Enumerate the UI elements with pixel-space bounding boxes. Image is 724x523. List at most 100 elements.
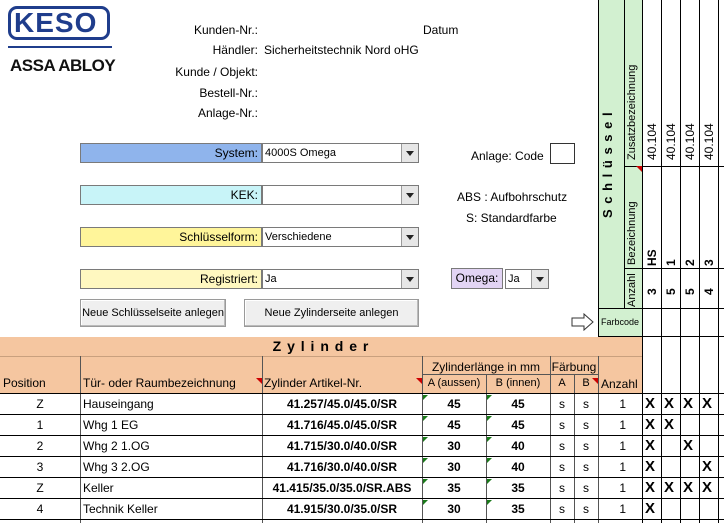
cell-position[interactable]: 2 (0, 436, 80, 457)
cell-faerbung-b[interactable]: s (574, 499, 598, 520)
arrow-right-icon (571, 313, 594, 331)
cell-faerbung-b[interactable]: s (574, 394, 598, 415)
cell-artikel[interactable]: 41.915/30.0/35.0/SR (262, 499, 422, 520)
cell-anzahl[interactable]: 1 (598, 436, 626, 457)
cell-faerbung-b[interactable]: s (574, 478, 598, 499)
new-cylinder-page-button[interactable]: Neue Zylinderseite anlegen (244, 299, 419, 327)
grid-line (598, 308, 724, 309)
cell-position[interactable]: 1 (0, 415, 80, 436)
validation-marker (487, 500, 492, 505)
key-assignment-mark[interactable]: X (645, 479, 655, 496)
grid-line (718, 0, 719, 523)
system-select[interactable]: 4000S Omega (262, 143, 419, 163)
schluesselform-value: Verschiedene (265, 231, 332, 243)
schluesselform-label: Schlüsselform: (80, 227, 262, 247)
key-assignment-mark[interactable]: X (683, 395, 693, 412)
chevron-down-icon[interactable] (401, 270, 418, 288)
cell-laenge-a[interactable]: 30 (422, 457, 486, 478)
cell-faerbung-b[interactable]: s (574, 436, 598, 457)
logo-divider (8, 46, 112, 48)
schluesselform-select[interactable]: Verschiedene (262, 227, 419, 247)
cell-faerbung-b[interactable]: s (574, 457, 598, 478)
kek-select[interactable] (262, 185, 419, 205)
key-col-1-zusatz: 40.104 (645, 123, 659, 160)
key-assignment-mark[interactable]: X (645, 437, 655, 454)
key-assignment-mark[interactable]: X (645, 500, 655, 517)
cell-position[interactable]: Z (0, 478, 80, 499)
cell-position[interactable]: 3 (0, 457, 80, 478)
validation-marker (487, 416, 492, 421)
cell-anzahl[interactable]: 1 (598, 457, 626, 478)
key-assignment-mark[interactable]: X (645, 395, 655, 412)
key-assignment-mark[interactable]: X (702, 479, 712, 496)
validation-marker (423, 479, 428, 484)
chevron-down-icon[interactable] (531, 270, 548, 288)
cell-name[interactable]: Whg 3 2.OG (83, 457, 259, 478)
chevron-down-icon[interactable] (401, 228, 418, 246)
cell-laenge-b[interactable]: 40 (486, 436, 550, 457)
cell-artikel[interactable]: 41.716/30.0/40.0/SR (262, 457, 422, 478)
cell-laenge-a[interactable]: 35 (422, 478, 486, 499)
omega-select[interactable]: Ja (505, 269, 549, 289)
cell-name[interactable]: Keller (83, 478, 259, 499)
key-col-2-zusatz: 40.104 (664, 123, 678, 160)
key-assignment-mark[interactable]: X (664, 395, 674, 412)
key-assignment-mark[interactable]: X (645, 458, 655, 475)
key-assignment-mark[interactable]: X (645, 416, 655, 433)
cell-laenge-a[interactable]: 30 (422, 499, 486, 520)
system-label: System: (80, 143, 262, 163)
validation-marker (487, 437, 492, 442)
cell-faerbung-a[interactable]: s (550, 457, 574, 478)
anlage-code-input[interactable] (550, 143, 575, 164)
cell-artikel[interactable]: 41.257/45.0/45.0/SR (262, 394, 422, 415)
cell-faerbung-a[interactable]: s (550, 478, 574, 499)
cell-laenge-b[interactable]: 45 (486, 394, 550, 415)
cell-name[interactable]: Whg 1 EG (83, 415, 259, 436)
cell-anzahl[interactable]: 1 (598, 415, 626, 436)
cell-laenge-b[interactable]: 45 (486, 415, 550, 436)
anlage-code-label: Anlage: Code (471, 149, 544, 163)
cell-laenge-a[interactable]: 45 (422, 394, 486, 415)
cell-artikel[interactable]: 41.715/30.0/40.0/SR (262, 436, 422, 457)
key-assignment-mark[interactable]: X (683, 479, 693, 496)
cell-faerbung-a[interactable]: s (550, 394, 574, 415)
col-artikel-header: Zylinder Artikel-Nr. (264, 376, 363, 390)
chevron-down-icon[interactable] (401, 186, 418, 204)
chevron-down-icon[interactable] (401, 144, 418, 162)
cell-laenge-b[interactable]: 35 (486, 499, 550, 520)
cell-laenge-a[interactable]: 45 (422, 415, 486, 436)
key-assignment-mark[interactable]: X (683, 437, 693, 454)
key-assignment-mark[interactable]: X (664, 416, 674, 433)
validation-marker (487, 458, 492, 463)
cell-position[interactable]: Z (0, 394, 80, 415)
cell-name[interactable]: Whg 2 1.OG (83, 436, 259, 457)
cell-faerbung-b[interactable]: s (574, 415, 598, 436)
haendler-value: Sicherheitstechnik Nord oHG (264, 43, 419, 57)
cell-anzahl[interactable]: 1 (598, 394, 626, 415)
s-legend: S: Standardfarbe (466, 211, 557, 225)
cell-laenge-a[interactable]: 30 (422, 436, 486, 457)
key-assignment-mark[interactable]: X (702, 458, 712, 475)
new-key-page-button[interactable]: Neue Schlüsselseite anlegen (80, 299, 226, 327)
cell-anzahl[interactable]: 1 (598, 478, 626, 499)
cell-name[interactable]: Hauseingang (83, 394, 259, 415)
cell-artikel[interactable]: 41.716/45.0/45.0/SR (262, 415, 422, 436)
key-assignment-mark[interactable]: X (664, 479, 674, 496)
comment-marker (256, 378, 262, 384)
kunden-nr-label: Kunden-Nr.: (193, 23, 258, 37)
key-col-3-bezeichnung: 2 (683, 259, 697, 266)
cell-faerbung-a[interactable]: s (550, 499, 574, 520)
cell-name[interactable]: Technik Keller (83, 499, 259, 520)
cell-artikel[interactable]: 41.415/35.0/35.0/SR.ABS (262, 478, 422, 499)
cell-faerbung-a[interactable]: s (550, 415, 574, 436)
cell-position[interactable]: 4 (0, 499, 80, 520)
omega-value: Ja (508, 273, 520, 285)
registriert-select[interactable]: Ja (262, 269, 419, 289)
cell-laenge-b[interactable]: 40 (486, 457, 550, 478)
cell-laenge-b[interactable]: 35 (486, 478, 550, 499)
key-assignment-mark[interactable]: X (702, 395, 712, 412)
anlage-nr-label: Anlage-Nr.: (197, 106, 258, 120)
cell-anzahl[interactable]: 1 (598, 499, 626, 520)
cell-faerbung-a[interactable]: s (550, 436, 574, 457)
keso-logo-text: KESO (14, 7, 98, 38)
